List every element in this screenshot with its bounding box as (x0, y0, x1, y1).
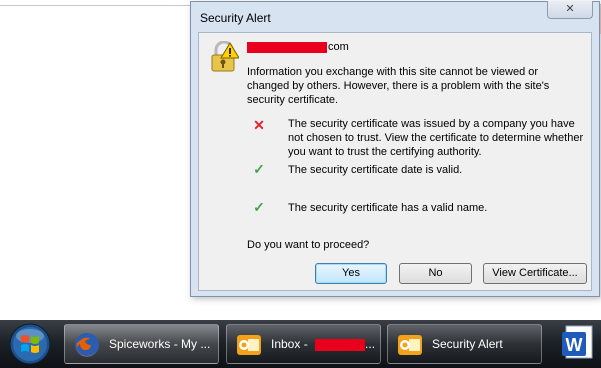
info-text: Information you exchange with this site … (247, 66, 550, 106)
certificate-issuer-warning: The security certificate was issued by a… (288, 118, 584, 158)
security-alert-dialog: Security Alert ✕ com Information you exc… (190, 1, 600, 297)
close-icon[interactable]: ✕ (548, 2, 592, 15)
task-label: Inbox - ... (271, 337, 376, 351)
yes-button[interactable]: Yes (315, 263, 387, 284)
dialog-content: com Information you exchange with this s… (198, 32, 592, 291)
view-certificate-button[interactable]: View Certificate... (483, 263, 587, 284)
proceed-question: Do you want to proceed? (247, 239, 370, 251)
red-x-icon: ✕ (253, 117, 265, 133)
taskbar: Spiceworks - My ... Inbox - ... Security… (0, 320, 601, 368)
close-button[interactable]: ✕ (547, 1, 593, 19)
no-button[interactable]: No (399, 263, 472, 284)
task-label: Spiceworks - My ... (109, 337, 211, 351)
lock-warning-icon (211, 41, 239, 72)
taskbar-item-inbox[interactable]: Inbox - ... (226, 324, 381, 364)
dialog-title: Security Alert (200, 11, 271, 25)
outlook-icon (398, 335, 422, 355)
certificate-date-status: The security certificate date is valid. (288, 164, 463, 176)
dialog-titlebar[interactable]: Security Alert ✕ (191, 1, 599, 32)
certificate-name-status: The security certificate has a valid nam… (288, 202, 488, 214)
task-label: Security Alert (432, 337, 503, 351)
start-button[interactable] (8, 322, 52, 366)
svg-text:W: W (566, 335, 583, 355)
green-check-icon: ✓ (253, 199, 265, 215)
green-check-icon: ✓ (253, 161, 265, 177)
outlook-icon (237, 335, 261, 355)
taskbar-item-spiceworks[interactable]: Spiceworks - My ... (64, 324, 219, 364)
site-domain-suffix: com (328, 41, 349, 54)
redacted-block (247, 41, 327, 53)
word-icon[interactable]: W (560, 324, 596, 362)
redacted-block (315, 338, 366, 351)
firefox-icon (75, 333, 99, 357)
background-divider (0, 5, 190, 6)
taskbar-item-security-alert[interactable]: Security Alert (387, 324, 542, 364)
site-name: com (247, 41, 349, 53)
